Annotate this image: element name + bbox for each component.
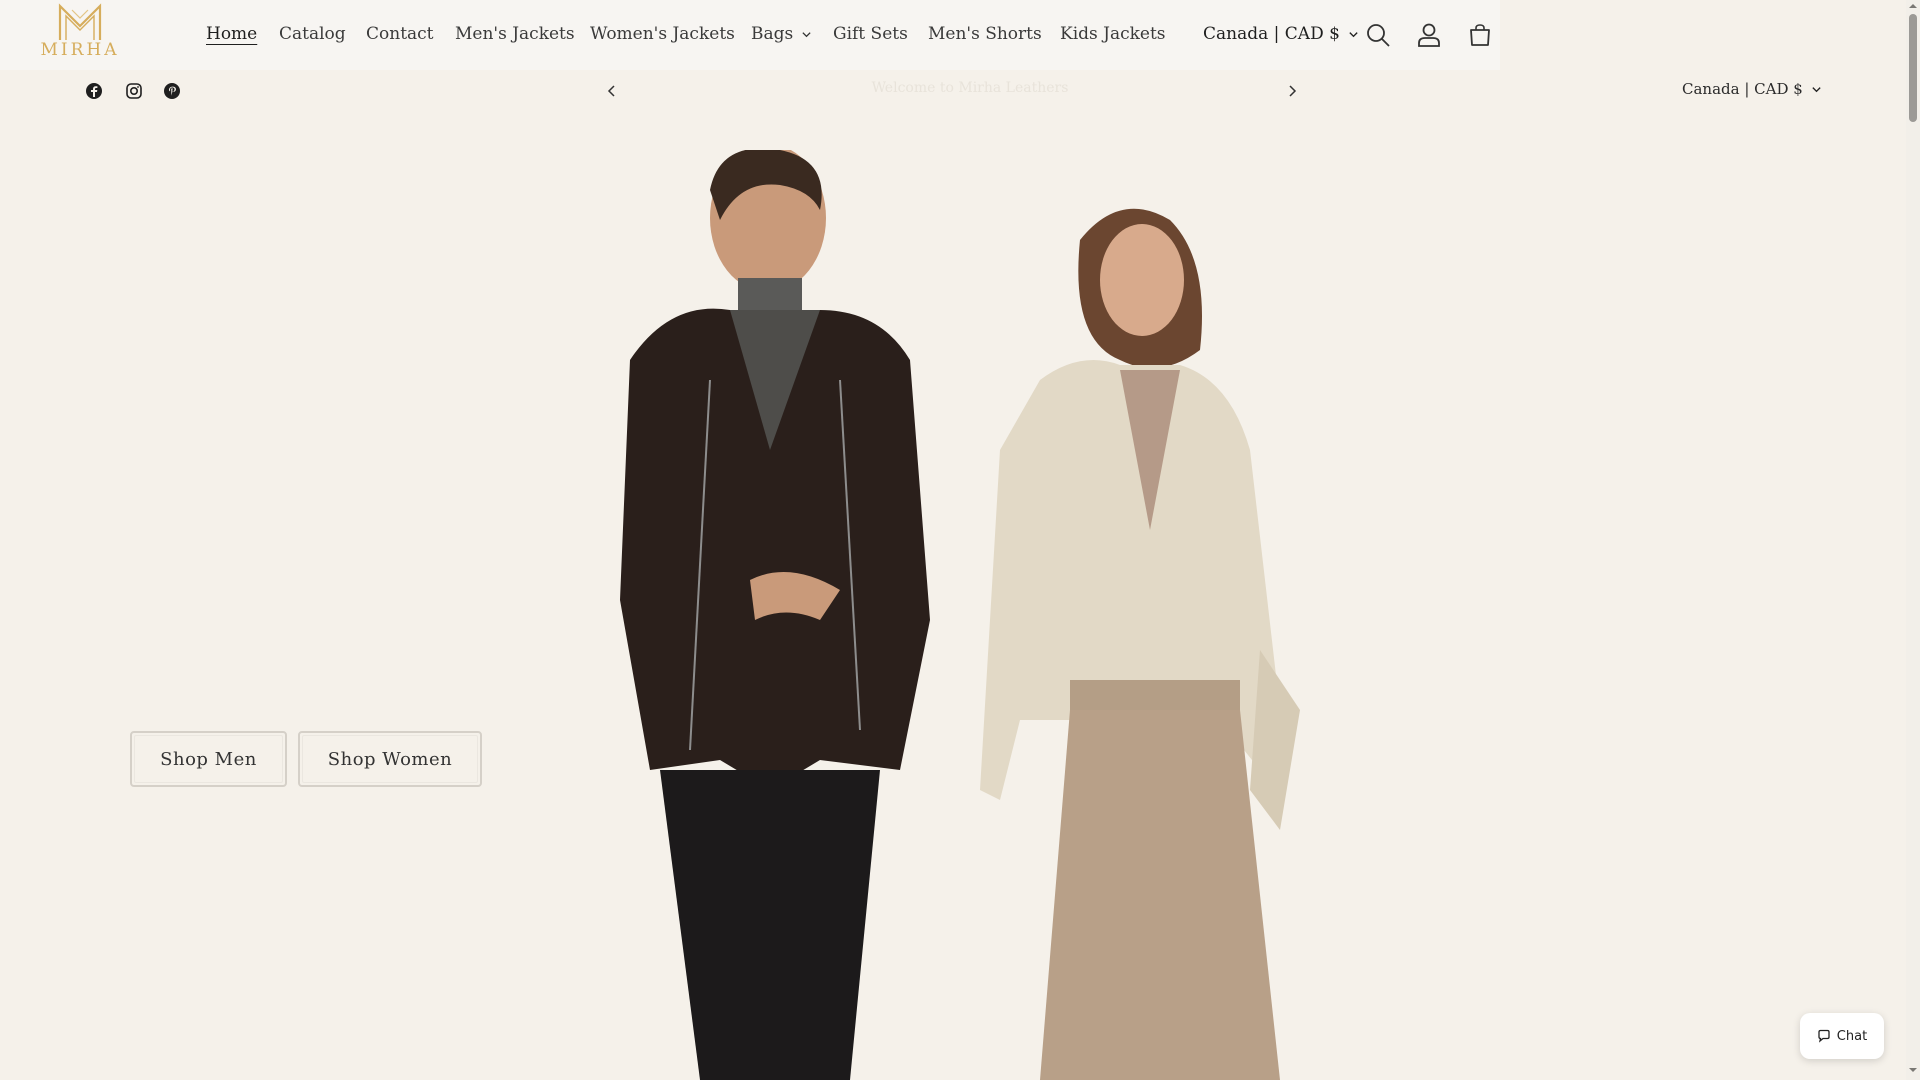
cart-button[interactable] — [1466, 21, 1494, 49]
chevron-down-icon — [1349, 31, 1358, 37]
scroll-down-arrow-icon[interactable] — [1909, 1066, 1917, 1074]
nav-catalog[interactable]: Catalog — [279, 22, 346, 46]
hero-woman-figure — [980, 208, 1300, 1080]
chevron-down-icon — [802, 31, 811, 37]
chevron-right-icon — [1289, 85, 1297, 97]
nav-bags[interactable]: Bags — [751, 22, 812, 46]
hero-man-figure — [620, 150, 930, 1080]
country-selector[interactable]: Canada | CAD $ — [1203, 22, 1359, 46]
shop-men-button[interactable]: Shop Men — [130, 731, 287, 787]
announcement-text: Welcome to Mirha Leathers — [871, 80, 1069, 96]
page-scrollbar[interactable] — [1906, 0, 1920, 1080]
scrollbar-thumb[interactable] — [1909, 14, 1917, 122]
announcement-country-selector[interactable]: Canada | CAD $ — [1682, 80, 1822, 98]
cart-icon — [1470, 24, 1490, 46]
nav-home[interactable]: Home — [206, 22, 257, 46]
chat-bubble-icon — [1818, 1029, 1830, 1043]
chat-label: Chat — [1836, 1028, 1868, 1044]
chevron-down-icon — [1812, 86, 1821, 92]
shop-women-button[interactable]: Shop Women — [298, 731, 482, 787]
facebook-icon — [86, 83, 102, 99]
nav-mens-jackets[interactable]: Men's Jackets — [455, 22, 575, 46]
logo-text: MIRHA — [40, 40, 120, 60]
instagram-icon — [126, 83, 142, 99]
nav-bags-label: Bags — [751, 24, 794, 44]
pinterest-link[interactable] — [163, 82, 181, 100]
nav-womens-jackets[interactable]: Women's Jackets — [590, 22, 735, 46]
search-icon — [1367, 24, 1390, 47]
instagram-link[interactable] — [125, 82, 143, 100]
pinterest-icon — [164, 83, 180, 99]
nav-mens-shorts[interactable]: Men's Shorts — [928, 22, 1042, 46]
hero-image — [620, 150, 1300, 1080]
chat-button[interactable]: Chat — [1800, 1013, 1884, 1059]
facebook-link[interactable] — [85, 82, 103, 100]
nav-kids-jackets[interactable]: Kids Jackets — [1060, 22, 1166, 46]
nav-gift-sets[interactable]: Gift Sets — [833, 22, 908, 46]
announcement-next-button[interactable] — [1283, 82, 1301, 100]
chevron-left-icon — [607, 85, 615, 97]
site-header: MIRHA Home Catalog Contact Men's Jackets… — [0, 0, 1500, 70]
announcement-prev-button[interactable] — [603, 82, 621, 100]
nav-contact[interactable]: Contact — [366, 22, 434, 46]
country-selector-label: Canada | CAD $ — [1203, 24, 1340, 44]
site-logo[interactable]: MIRHA — [40, 2, 120, 64]
scroll-up-arrow-icon[interactable] — [1909, 2, 1917, 10]
search-button[interactable] — [1364, 21, 1392, 49]
announcement-country-label: Canada | CAD $ — [1682, 80, 1803, 98]
account-icon — [1418, 23, 1440, 47]
logo-mark-icon — [58, 3, 102, 40]
account-button[interactable] — [1415, 21, 1443, 49]
